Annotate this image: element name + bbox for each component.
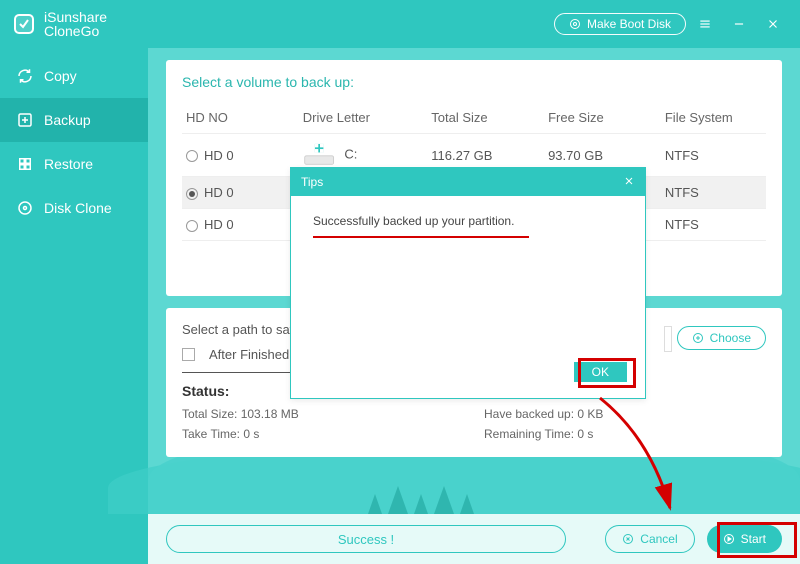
col-total: Total Size <box>427 104 544 134</box>
app-logo: iSunshare CloneGo <box>12 10 107 38</box>
sidebar: Copy Backup Restore Disk Clone <box>0 48 148 564</box>
sidebar-item-label: Copy <box>44 68 77 84</box>
dialog-titlebar: Tips <box>291 168 645 196</box>
radio-checked-icon[interactable] <box>186 188 198 200</box>
radio-unchecked-icon[interactable] <box>186 150 198 162</box>
cell-fs: NTFS <box>661 134 766 177</box>
dialog-ok-button[interactable]: OK <box>574 362 627 382</box>
app-name-line2: CloneGo <box>44 24 107 38</box>
annotation-underline <box>313 236 529 238</box>
success-status: Success ! <box>166 525 566 553</box>
title-bar: iSunshare CloneGo Make Boot Disk <box>0 0 800 48</box>
minimize-icon[interactable] <box>724 9 754 39</box>
bottom-bar: Success ! Cancel Start <box>148 514 800 564</box>
sidebar-item-restore[interactable]: Restore <box>0 142 148 186</box>
close-icon[interactable] <box>758 9 788 39</box>
volume-section-title: Select a volume to back up: <box>182 72 766 98</box>
sidebar-item-disk-clone[interactable]: Disk Clone <box>0 186 148 230</box>
after-finished-label: After Finished: <box>209 347 293 362</box>
cell-fs: NTFS <box>661 177 766 209</box>
status-take-time: Take Time: 0 s <box>182 427 464 441</box>
menu-icon[interactable] <box>690 9 720 39</box>
cell-hdno: HD 0 <box>204 185 234 200</box>
boot-disk-icon <box>569 18 581 30</box>
col-drive: Drive Letter <box>299 104 427 134</box>
col-hdno: HD NO <box>182 104 299 134</box>
app-name-line1: iSunshare <box>44 10 107 24</box>
choose-button[interactable]: Choose <box>677 326 766 350</box>
copy-icon <box>16 67 34 85</box>
dialog-message: Successfully backed up your partition. <box>313 214 514 228</box>
cell-drive: C: <box>344 146 357 161</box>
boot-label: Make Boot Disk <box>587 17 671 31</box>
tips-dialog: Tips Successfully backed up your partiti… <box>290 167 646 399</box>
cell-fs: NTFS <box>661 209 766 241</box>
cell-hdno: HD 0 <box>204 217 234 232</box>
app-logo-icon <box>12 12 36 36</box>
dialog-title: Tips <box>301 175 323 189</box>
status-backed-up: Have backed up: 0 KB <box>484 407 766 421</box>
cancel-button[interactable]: Cancel <box>605 525 694 553</box>
drive-icon <box>303 142 337 168</box>
path-label: Select a path to save <box>182 322 303 337</box>
choose-label: Choose <box>710 331 751 345</box>
play-circle-icon <box>723 533 735 545</box>
cell-hdno: HD 0 <box>204 148 234 163</box>
path-input[interactable] <box>664 326 672 352</box>
sidebar-item-label: Disk Clone <box>44 200 112 216</box>
sidebar-item-copy[interactable]: Copy <box>0 54 148 98</box>
sidebar-item-backup[interactable]: Backup <box>0 98 148 142</box>
backup-icon <box>16 111 34 129</box>
disk-clone-icon <box>16 199 34 217</box>
make-boot-disk-button[interactable]: Make Boot Disk <box>554 13 686 35</box>
start-label: Start <box>741 532 766 546</box>
after-finished-checkbox[interactable] <box>182 348 195 361</box>
start-button[interactable]: Start <box>707 525 782 553</box>
radio-unchecked-icon[interactable] <box>186 220 198 232</box>
col-fs: File System <box>661 104 766 134</box>
status-remaining-time: Remaining Time: 0 s <box>484 427 766 441</box>
dialog-close-icon[interactable] <box>623 175 635 190</box>
cancel-label: Cancel <box>640 532 677 546</box>
col-free: Free Size <box>544 104 661 134</box>
sidebar-item-label: Backup <box>44 112 91 128</box>
plus-circle-icon <box>692 332 704 344</box>
restore-icon <box>16 155 34 173</box>
sidebar-item-label: Restore <box>44 156 93 172</box>
cancel-circle-icon <box>622 533 634 545</box>
tree-decoration <box>368 454 568 514</box>
status-total-size: Total Size: 103.18 MB <box>182 407 464 421</box>
